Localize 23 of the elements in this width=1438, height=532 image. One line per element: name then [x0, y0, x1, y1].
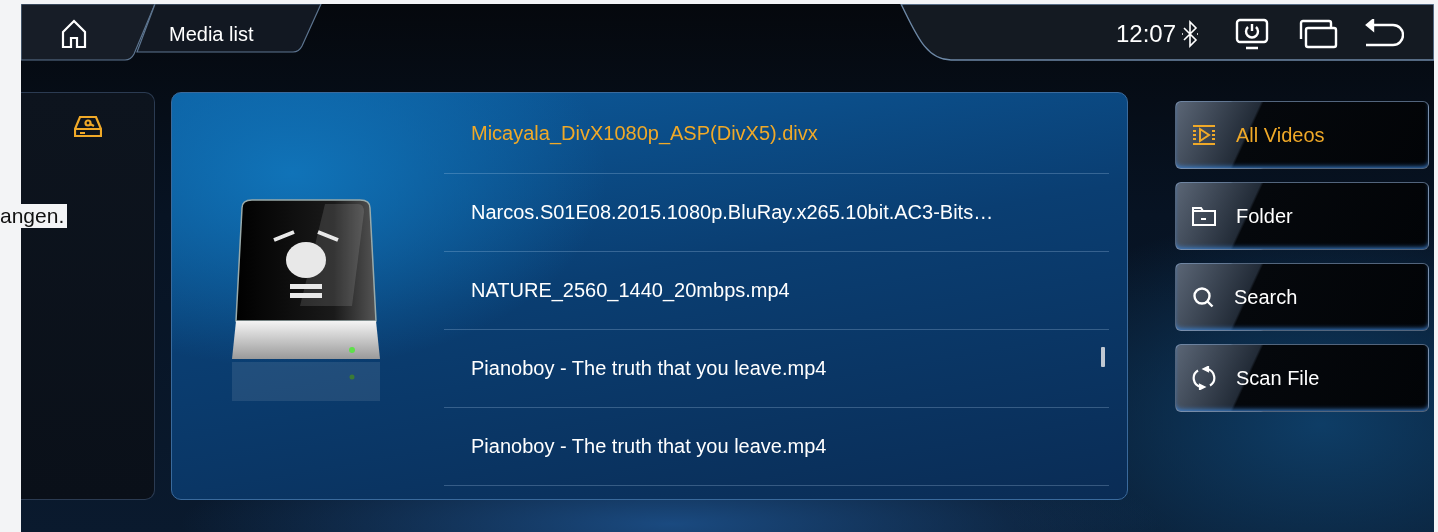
file-list-item[interactable]: Micayala_DivX1080p_ASP(DivX5).divx	[444, 93, 1109, 174]
file-list-item[interactable]: Pianoboy - The truth that you leave.mp4	[444, 408, 1109, 486]
video-list-icon	[1192, 124, 1216, 146]
back-icon	[1364, 19, 1404, 49]
file-list-item[interactable]: NATURE_2560_1440_20mbps.mp4	[444, 252, 1109, 330]
scroll-bar[interactable]	[1101, 347, 1105, 367]
drive-icon	[73, 115, 102, 139]
folder-icon	[1192, 206, 1216, 226]
menu-button[interactable]: Folder	[1175, 182, 1429, 250]
file-list-item[interactable]: Narcos.S01E08.2015.1080p.BluRay.x265.10bit.AC3-Bits…	[444, 174, 1109, 252]
clock-time: 12:07	[1115, 20, 1176, 48]
search-icon	[1192, 286, 1214, 308]
screen-title: Media list	[169, 22, 254, 46]
menu-button[interactable]: Search	[1175, 263, 1429, 331]
windows-icon	[1298, 19, 1338, 49]
home-icon	[61, 19, 87, 49]
refresh-icon	[1192, 366, 1216, 390]
file-list-item[interactable]: Pianoboy - The truth that you leave.mp4	[444, 330, 1109, 408]
page-text-fragment: angen.	[0, 204, 68, 228]
monitor-power-icon	[1235, 18, 1269, 50]
menu-button[interactable]: All Videos	[1175, 101, 1429, 169]
bluetooth-icon	[1182, 20, 1198, 48]
menu-button[interactable]: Scan File	[1175, 344, 1429, 412]
